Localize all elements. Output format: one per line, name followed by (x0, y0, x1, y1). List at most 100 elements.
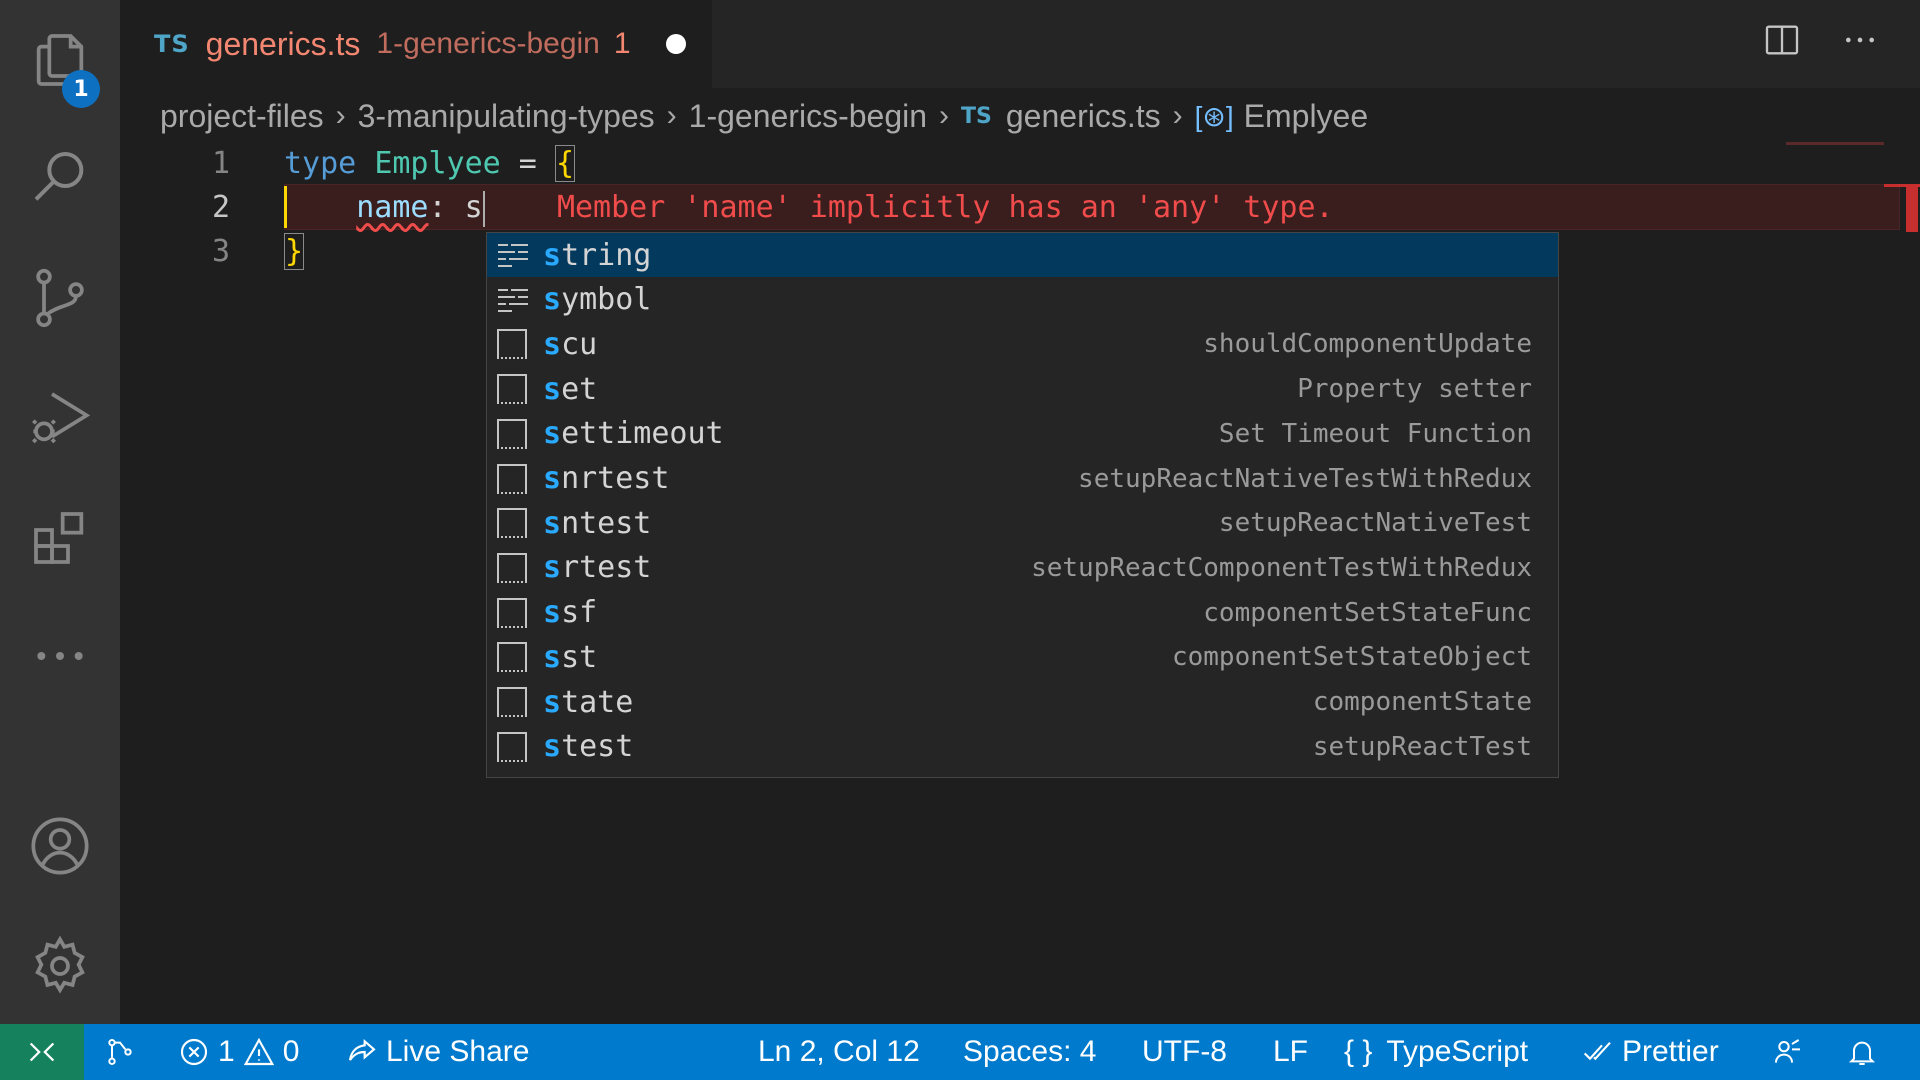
breadcrumb-file[interactable]: generics.ts (1006, 98, 1161, 135)
suggest-match: s (543, 282, 561, 317)
suggest-item[interactable]: settimeoutSet Timeout Function (487, 412, 1558, 456)
breadcrumb-item[interactable]: project-files (160, 98, 324, 135)
suggest-item[interactable]: sntest setupReactNativeTest (487, 501, 1558, 545)
suggest-rest: tring (561, 238, 651, 273)
suggest-item[interactable]: string (487, 233, 1558, 277)
explorer-button[interactable]: 1 (0, 10, 120, 110)
indentation-status[interactable]: Spaces: 4 (963, 1024, 1096, 1080)
extensions-icon (28, 506, 92, 570)
suggest-rest: sf (561, 595, 597, 630)
suggest-label: set (543, 372, 597, 407)
equals-sign: = (501, 146, 555, 181)
suggest-match: s (543, 550, 561, 585)
suggest-item[interactable]: symbol (487, 278, 1558, 322)
snippet-icon (497, 464, 529, 494)
split-editor-icon[interactable] (1762, 20, 1802, 60)
suggest-detail: componentSetStateObject (1172, 642, 1532, 672)
accounts-button[interactable] (0, 796, 120, 896)
suggest-item[interactable]: state componentState (487, 680, 1558, 724)
suggest-detail: setupReactNativeTestWithRedux (1078, 464, 1532, 494)
suggest-item[interactable]: ssf componentSetStateFunc (487, 591, 1558, 635)
tab-file-name: generics.ts (206, 26, 361, 63)
suggest-match: s (543, 461, 561, 496)
suggest-match: s (543, 729, 561, 764)
minimap-top-marker (1786, 142, 1884, 145)
suggest-detail: Set Timeout Function (1219, 419, 1532, 449)
suggest-rest: ymbol (561, 282, 651, 317)
double-check-icon (1582, 1036, 1614, 1068)
source-control-button[interactable] (0, 248, 120, 348)
suggest-match: s (543, 372, 561, 407)
remote-icon (25, 1035, 59, 1069)
suggest-item[interactable]: snrtest setupReactNativeTestWithRedux (487, 457, 1558, 501)
notifications-button[interactable] (1846, 1024, 1878, 1080)
suggest-rest: rtest (561, 550, 651, 585)
suggest-match: s (543, 685, 561, 720)
more-views-button[interactable] (0, 606, 120, 706)
feedback-button[interactable] (1772, 1024, 1804, 1080)
snippet-icon (497, 732, 529, 762)
suggest-item[interactable]: srtestsetupReactComponentTestWithRedux (487, 546, 1558, 590)
line-number: 2 (190, 186, 230, 230)
breadcrumb-item[interactable]: 1-generics-begin (689, 98, 927, 135)
suggest-item[interactable]: scushouldComponentUpdate (487, 322, 1558, 366)
manage-button[interactable] (0, 916, 120, 1016)
line-number: 1 (190, 142, 230, 186)
open-brace: { (555, 145, 575, 182)
snippet-icon (497, 374, 529, 404)
error-icon (178, 1036, 210, 1068)
chevron-right-icon: › (1173, 99, 1183, 133)
suggest-label: sst (543, 640, 597, 675)
remote-indicator[interactable] (0, 1024, 84, 1080)
warning-count: 0 (283, 1035, 300, 1069)
suggest-item[interactable]: sst componentSetStateObject (487, 635, 1558, 679)
cursor-position[interactable]: Ln 2, Col 12 (758, 1024, 920, 1080)
suggest-label: state (543, 685, 633, 720)
language-mode[interactable]: { } TypeScript (1344, 1024, 1528, 1080)
run-debug-icon (28, 386, 92, 450)
suggest-detail: componentSetStateFunc (1203, 598, 1532, 628)
problems-status[interactable]: 1 0 (178, 1024, 299, 1080)
suggest-rest: st (561, 640, 597, 675)
suggest-match: s (543, 595, 561, 630)
prettier-status[interactable]: Prettier (1582, 1024, 1719, 1080)
suggest-detail: setupReactNativeTest (1219, 508, 1532, 538)
suggest-detail: setupReactTest (1313, 732, 1532, 762)
suggest-item[interactable]: stestsetupReactTest (487, 725, 1558, 769)
suggest-match: s (543, 640, 561, 675)
code-line-3: } (284, 230, 304, 274)
tab-description: 1-generics-begin (376, 27, 599, 61)
breadcrumb-item[interactable]: 3-manipulating-types (358, 98, 655, 135)
snippet-icon (497, 598, 529, 628)
unsaved-dot-icon[interactable] (666, 34, 686, 54)
live-share-icon (346, 1036, 378, 1068)
more-actions-icon[interactable] (1840, 20, 1880, 60)
suggest-item[interactable]: setProperty setter (487, 367, 1558, 411)
suggest-match: s (543, 327, 561, 362)
overview-ruler-error[interactable] (1906, 186, 1918, 232)
suggest-rest: nrtest (561, 461, 669, 496)
suggest-match: s (543, 238, 561, 273)
code-line-1: type Emplyee = { (284, 142, 575, 186)
language-label: TypeScript (1386, 1035, 1528, 1069)
symbol-field-icon: [⊛] (1195, 100, 1234, 133)
extensions-button[interactable] (0, 488, 120, 588)
search-button[interactable] (0, 128, 120, 228)
tab-generics-ts[interactable]: TS generics.ts 1-generics-begin 1 (120, 0, 712, 88)
braces-icon: { } (1344, 1035, 1372, 1069)
suggest-detail: componentState (1313, 687, 1532, 717)
source-control-icon (28, 266, 92, 330)
suggest-label: sntest (543, 506, 651, 541)
typescript-file-icon: TS (961, 104, 992, 129)
chevron-right-icon: › (336, 99, 346, 133)
suggest-label: ssf (543, 595, 597, 630)
snippet-icon (497, 642, 529, 672)
source-control-status[interactable] (104, 1024, 136, 1080)
encoding-status[interactable]: UTF-8 (1142, 1024, 1227, 1080)
eol-status[interactable]: LF (1273, 1024, 1308, 1080)
live-share-button[interactable]: Live Share (346, 1024, 529, 1080)
git-compare-icon (104, 1036, 136, 1068)
suggest-rest: tate (561, 685, 633, 720)
run-debug-button[interactable] (0, 368, 120, 468)
breadcrumb-symbol[interactable]: Emplyee (1244, 98, 1369, 135)
